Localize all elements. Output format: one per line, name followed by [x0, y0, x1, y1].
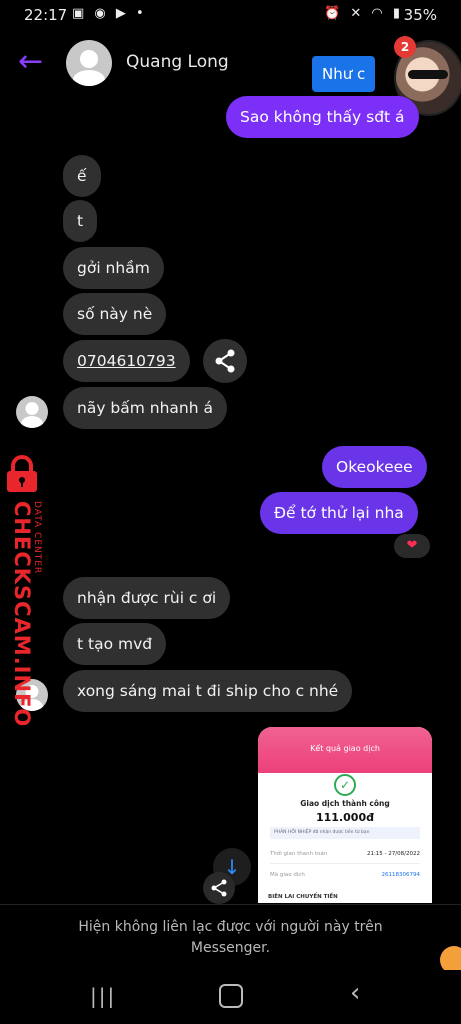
message-outgoing[interactable]: Để tớ thử lại nha	[260, 492, 418, 534]
message-incoming[interactable]: ế	[63, 155, 101, 197]
watermark-brand: CHECKSCAM.INFO	[10, 501, 34, 728]
notice-line-1: Hiện không liên lạc được với người này t…	[78, 919, 383, 935]
heart-reaction-icon[interactable]: ❤	[394, 534, 430, 558]
back-arrow-icon[interactable]: ←	[18, 44, 48, 80]
battery-level: 35%	[403, 6, 437, 24]
unreachable-notice: Hiện không liên lạc được với người này t…	[0, 904, 461, 974]
contact-avatar[interactable]	[66, 40, 112, 86]
system-icons: ⏰ ✕ ◠ ▮	[324, 6, 403, 21]
chat-head-tooltip: Như c	[312, 56, 376, 92]
success-check-icon: ✓	[334, 774, 356, 796]
watermark-sub: DATA CENTER	[32, 501, 42, 575]
message-incoming[interactable]: t	[63, 200, 98, 242]
phone-number-link[interactable]: 0704610793	[63, 340, 190, 382]
message-incoming[interactable]: t tạo mvđ	[63, 623, 167, 665]
system-nav-bar: ||| ‹	[0, 970, 461, 1024]
sender-avatar[interactable]	[16, 396, 48, 428]
contact-name[interactable]: Quang Long	[126, 52, 229, 72]
recent-apps-icon[interactable]: |||	[90, 984, 116, 1008]
message-incoming[interactable]: xong sáng mai t đi ship cho c nhé	[63, 670, 353, 712]
nav-back-icon[interactable]: ‹	[350, 978, 360, 1008]
message-incoming[interactable]: số này nè	[63, 293, 167, 335]
home-icon[interactable]	[219, 984, 243, 1008]
receipt-amount: 111.000đ	[316, 811, 374, 824]
notification-icons: ▣ ◉ ▶ •	[72, 6, 147, 21]
receipt-footer: BIÊN LAI CHUYỂN TIỀN	[268, 894, 338, 900]
checkscam-watermark: CHECKSCAM.INFO DATA CENTER	[0, 455, 48, 727]
unread-badge: 2	[394, 36, 416, 58]
message-incoming[interactable]: nhận được rùi c ơi	[63, 577, 231, 619]
message-outgoing[interactable]: Sao không thấy sđt á	[226, 96, 419, 138]
receipt-header: Kết quả giao dịch	[310, 744, 380, 753]
receipt-id-row: Mã giao dịch 26118306794	[270, 872, 420, 878]
status-time: 22:17	[24, 6, 68, 24]
lock-icon	[7, 455, 37, 492]
share-icon[interactable]	[203, 339, 247, 383]
message-outgoing[interactable]: Okeokeee	[322, 446, 427, 488]
receipt-status: Giao dịch thành công	[300, 799, 390, 808]
share-icon[interactable]	[203, 872, 235, 904]
status-bar: 22:17 ▣ ◉ ▶ • ⏰ ✕ ◠ ▮ 35%	[0, 0, 461, 30]
notice-line-2: Messenger.	[190, 940, 271, 956]
message-incoming[interactable]: gởi nhầm	[63, 247, 164, 289]
message-incoming[interactable]: nãy bấm nhanh á	[63, 387, 228, 429]
receipt-note: PHẢN HỒI NHIỆP đã nhận được tiền từ bạn	[270, 827, 420, 839]
receipt-time-row: Thời gian thanh toán 21:15 - 27/08/2022	[270, 851, 420, 857]
shared-screenshot-image[interactable]: Kết quả giao dịch ✓ Giao dịch thành công…	[258, 727, 432, 903]
